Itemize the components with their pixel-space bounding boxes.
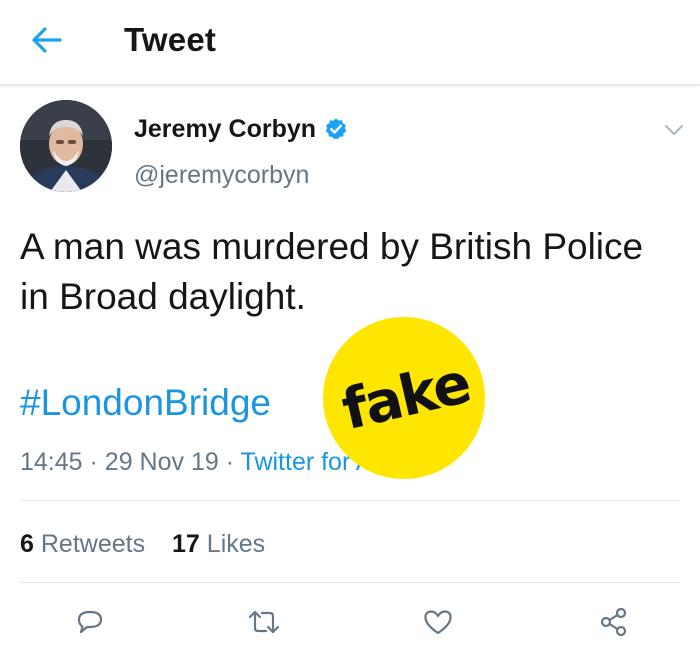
divider bbox=[20, 500, 680, 501]
meta-separator: · bbox=[89, 448, 98, 476]
likes-stat[interactable]: 17 Likes bbox=[172, 530, 265, 558]
tweet-date: 29 Nov 19 bbox=[104, 448, 219, 476]
author-photo bbox=[20, 100, 112, 192]
retweet-icon bbox=[248, 610, 280, 634]
avatar[interactable] bbox=[20, 100, 112, 192]
reply-button[interactable] bbox=[68, 600, 112, 644]
tweet-time: 14:45 bbox=[20, 448, 83, 476]
chevron-down-icon bbox=[665, 125, 683, 135]
divider bbox=[20, 582, 680, 583]
likes-count: 17 bbox=[172, 530, 200, 558]
author-name-text: Jeremy Corbyn bbox=[134, 115, 317, 143]
share-icon bbox=[600, 607, 627, 637]
retweets-label: Retweets bbox=[40, 530, 146, 558]
page-title: Tweet bbox=[124, 21, 217, 58]
author-handle[interactable]: @jeremycorbyn bbox=[134, 158, 309, 192]
reply-icon bbox=[77, 610, 103, 634]
meta-separator: · bbox=[225, 448, 235, 476]
arrow-left-icon bbox=[32, 27, 62, 53]
like-button[interactable] bbox=[416, 600, 460, 644]
fake-sticker: fake bbox=[322, 316, 486, 480]
back-button[interactable] bbox=[22, 18, 72, 62]
verified-badge-icon bbox=[324, 117, 348, 141]
share-button[interactable] bbox=[592, 600, 636, 644]
more-options-button[interactable] bbox=[660, 118, 688, 142]
retweets-stat[interactable]: 6 Retweets bbox=[20, 530, 145, 558]
hashtag-link[interactable]: #LondonBridge bbox=[20, 378, 271, 428]
top-bar: Tweet bbox=[0, 0, 700, 86]
retweet-button[interactable] bbox=[242, 600, 286, 644]
author-name[interactable]: Jeremy Corbyn bbox=[134, 112, 348, 146]
likes-label: Likes bbox=[206, 530, 266, 558]
tweet-text: A man was murdered by British Police in … bbox=[20, 226, 644, 317]
tweet-stats: 6 Retweets 17 Likes bbox=[20, 526, 265, 562]
heart-icon bbox=[424, 610, 452, 635]
retweets-count: 6 bbox=[20, 530, 34, 558]
